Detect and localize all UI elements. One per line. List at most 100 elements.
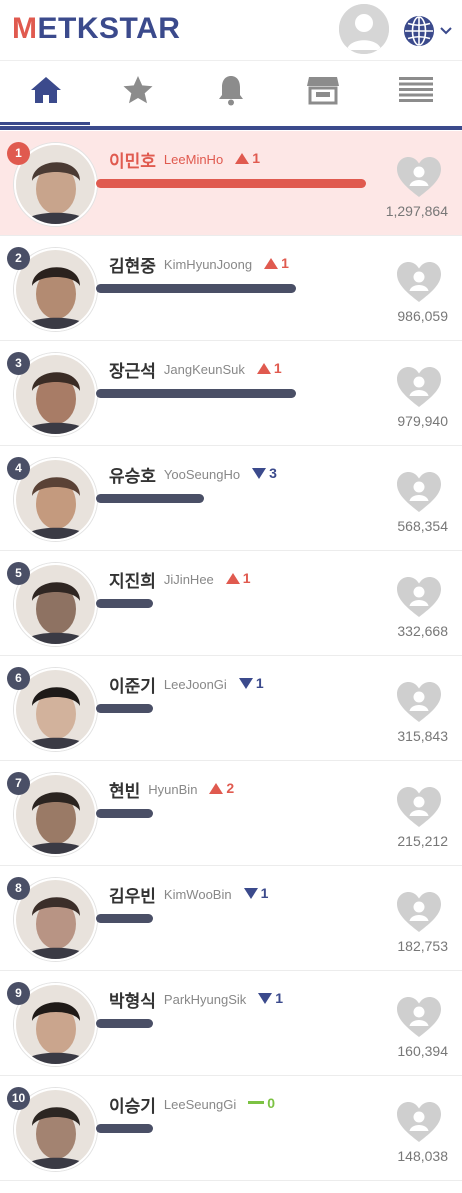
- heart-icon: [397, 367, 441, 407]
- vote-heart-button[interactable]: [396, 471, 442, 513]
- star-icon: [122, 75, 154, 109]
- celebrity-english-name: LeeSeungGi: [163, 1097, 237, 1112]
- heart-icon: [397, 262, 441, 302]
- no-change-icon: [248, 1101, 265, 1104]
- vote-bar: [96, 599, 153, 608]
- heart-icon: [397, 892, 441, 932]
- vote-bar: [96, 179, 366, 188]
- celebrity-korean-name[interactable]: 이민호: [109, 147, 156, 172]
- celebrity-korean-name[interactable]: 지진희: [109, 567, 156, 592]
- vote-heart-button[interactable]: [396, 891, 442, 933]
- rank-change-value: 1: [255, 675, 264, 691]
- vote-heart-button[interactable]: [396, 156, 442, 198]
- rank-badge: 8: [7, 877, 30, 900]
- celebrity-korean-name[interactable]: 이준기: [109, 672, 156, 697]
- rank-change: 1: [258, 990, 283, 1006]
- ranking-row[interactable]: 10 이승기 LeeSeungGi 0 148,038: [0, 1076, 462, 1181]
- rank-change-value: 1: [275, 990, 284, 1006]
- arrow-down-icon: [243, 887, 258, 899]
- rank-change-value: 2: [226, 780, 235, 796]
- tab-favorites[interactable]: [92, 61, 184, 123]
- rank-change: 1: [256, 360, 282, 376]
- vote-heart-button[interactable]: [396, 996, 442, 1038]
- celebrity-english-name: ParkHyungSik: [163, 992, 247, 1007]
- vote-heart-button[interactable]: [396, 261, 442, 303]
- rank-change: 1: [243, 885, 268, 901]
- tab-menu[interactable]: [370, 61, 462, 123]
- rank-badge: 6: [7, 667, 30, 690]
- rank-change: 3: [252, 465, 277, 481]
- ranking-row[interactable]: 7 현빈 HyunBin 2 215,212: [0, 761, 462, 866]
- ranking-row[interactable]: 1 이민호 LeeMinHo 1 1,297,864: [0, 131, 462, 236]
- arrow-down-icon: [258, 992, 273, 1004]
- celebrity-korean-name[interactable]: 현빈: [109, 777, 140, 802]
- celebrity-korean-name[interactable]: 유승호: [109, 462, 156, 487]
- rank-change: 0: [248, 1095, 275, 1111]
- ranking-row[interactable]: 3 장근석 JangKeunSuk 1 979,940: [0, 341, 462, 446]
- rank-badge: 1: [7, 142, 30, 165]
- ranking-row[interactable]: 6 이준기 LeeJoonGi 1 315,843: [0, 656, 462, 761]
- celebrity-korean-name[interactable]: 박형식: [109, 987, 156, 1012]
- arrow-up-icon: [256, 362, 271, 374]
- ranking-row[interactable]: 9 박형식 ParkHyungSik 1 160,394: [0, 971, 462, 1076]
- rank-change-value: 1: [273, 360, 282, 376]
- tab-store[interactable]: [277, 61, 369, 123]
- vote-heart-button[interactable]: [396, 1101, 442, 1143]
- tab-bar: [0, 60, 462, 126]
- heart-icon: [397, 472, 441, 512]
- arrow-down-icon: [252, 467, 267, 479]
- arrow-up-icon: [235, 152, 250, 164]
- vote-bar: [96, 1124, 153, 1133]
- rank-badge: 9: [7, 982, 30, 1005]
- ranking-row[interactable]: 5 지진희 JiJinHee 1 332,668: [0, 551, 462, 656]
- celebrity-korean-name[interactable]: 김현중: [109, 252, 156, 277]
- vote-count: 979,940: [397, 413, 448, 429]
- vote-bar: [96, 704, 153, 713]
- celebrity-english-name: KimWooBin: [163, 887, 232, 902]
- ranking-row[interactable]: 4 유승호 YooSeungHo 3 568,354: [0, 446, 462, 551]
- celebrity-english-name: YooSeungHo: [163, 467, 241, 482]
- vote-bar: [96, 494, 204, 503]
- tab-home[interactable]: [0, 61, 92, 125]
- rank-change-value: 1: [252, 150, 260, 166]
- celebrity-korean-name[interactable]: 장근석: [109, 357, 156, 382]
- rank-change: 1: [235, 150, 260, 166]
- heart-icon: [397, 682, 441, 722]
- chevron-down-icon: [440, 27, 452, 35]
- ranking-row[interactable]: 8 김우빈 KimWooBin 1 182,753: [0, 866, 462, 971]
- vote-bar: [96, 809, 153, 818]
- arrow-up-icon: [264, 257, 279, 269]
- vote-heart-button[interactable]: [396, 366, 442, 408]
- rank-badge: 5: [7, 562, 30, 585]
- bell-icon: [217, 74, 245, 110]
- celebrity-korean-name[interactable]: 김우빈: [109, 882, 156, 907]
- vote-heart-button[interactable]: [396, 786, 442, 828]
- celebrity-korean-name[interactable]: 이승기: [109, 1092, 156, 1117]
- celebrity-english-name: JangKeunSuk: [163, 362, 245, 377]
- ranking-row[interactable]: 2 김현중 KimHyunJoong 1 986,059: [0, 236, 462, 341]
- metkstar-logo[interactable]: METKSTAR: [12, 12, 180, 46]
- vote-heart-button[interactable]: [396, 576, 442, 618]
- celebrity-english-name: LeeMinHo: [163, 152, 224, 167]
- vote-count: 182,753: [397, 938, 448, 954]
- heart-icon: [397, 787, 441, 827]
- heart-icon: [397, 157, 441, 197]
- tab-notifications[interactable]: [185, 61, 277, 123]
- heart-icon: [397, 997, 441, 1037]
- celebrity-english-name: HyunBin: [148, 782, 198, 797]
- vote-count: 215,212: [397, 833, 448, 849]
- vote-heart-button[interactable]: [396, 681, 442, 723]
- tab-underline: [0, 126, 462, 130]
- rank-change-value: 3: [269, 465, 277, 481]
- vote-bar: [96, 914, 153, 923]
- rank-change-value: 1: [281, 255, 289, 271]
- app-header: METKSTAR: [0, 0, 462, 60]
- user-avatar-icon[interactable]: [339, 4, 389, 54]
- rank-badge: 2: [7, 247, 30, 270]
- vote-count: 160,394: [397, 1043, 448, 1059]
- store-icon: [306, 75, 340, 109]
- celebrity-english-name: JiJinHee: [163, 572, 214, 587]
- rank-badge: 3: [7, 352, 30, 375]
- language-selector[interactable]: [402, 14, 456, 48]
- rank-change: 1: [238, 675, 264, 691]
